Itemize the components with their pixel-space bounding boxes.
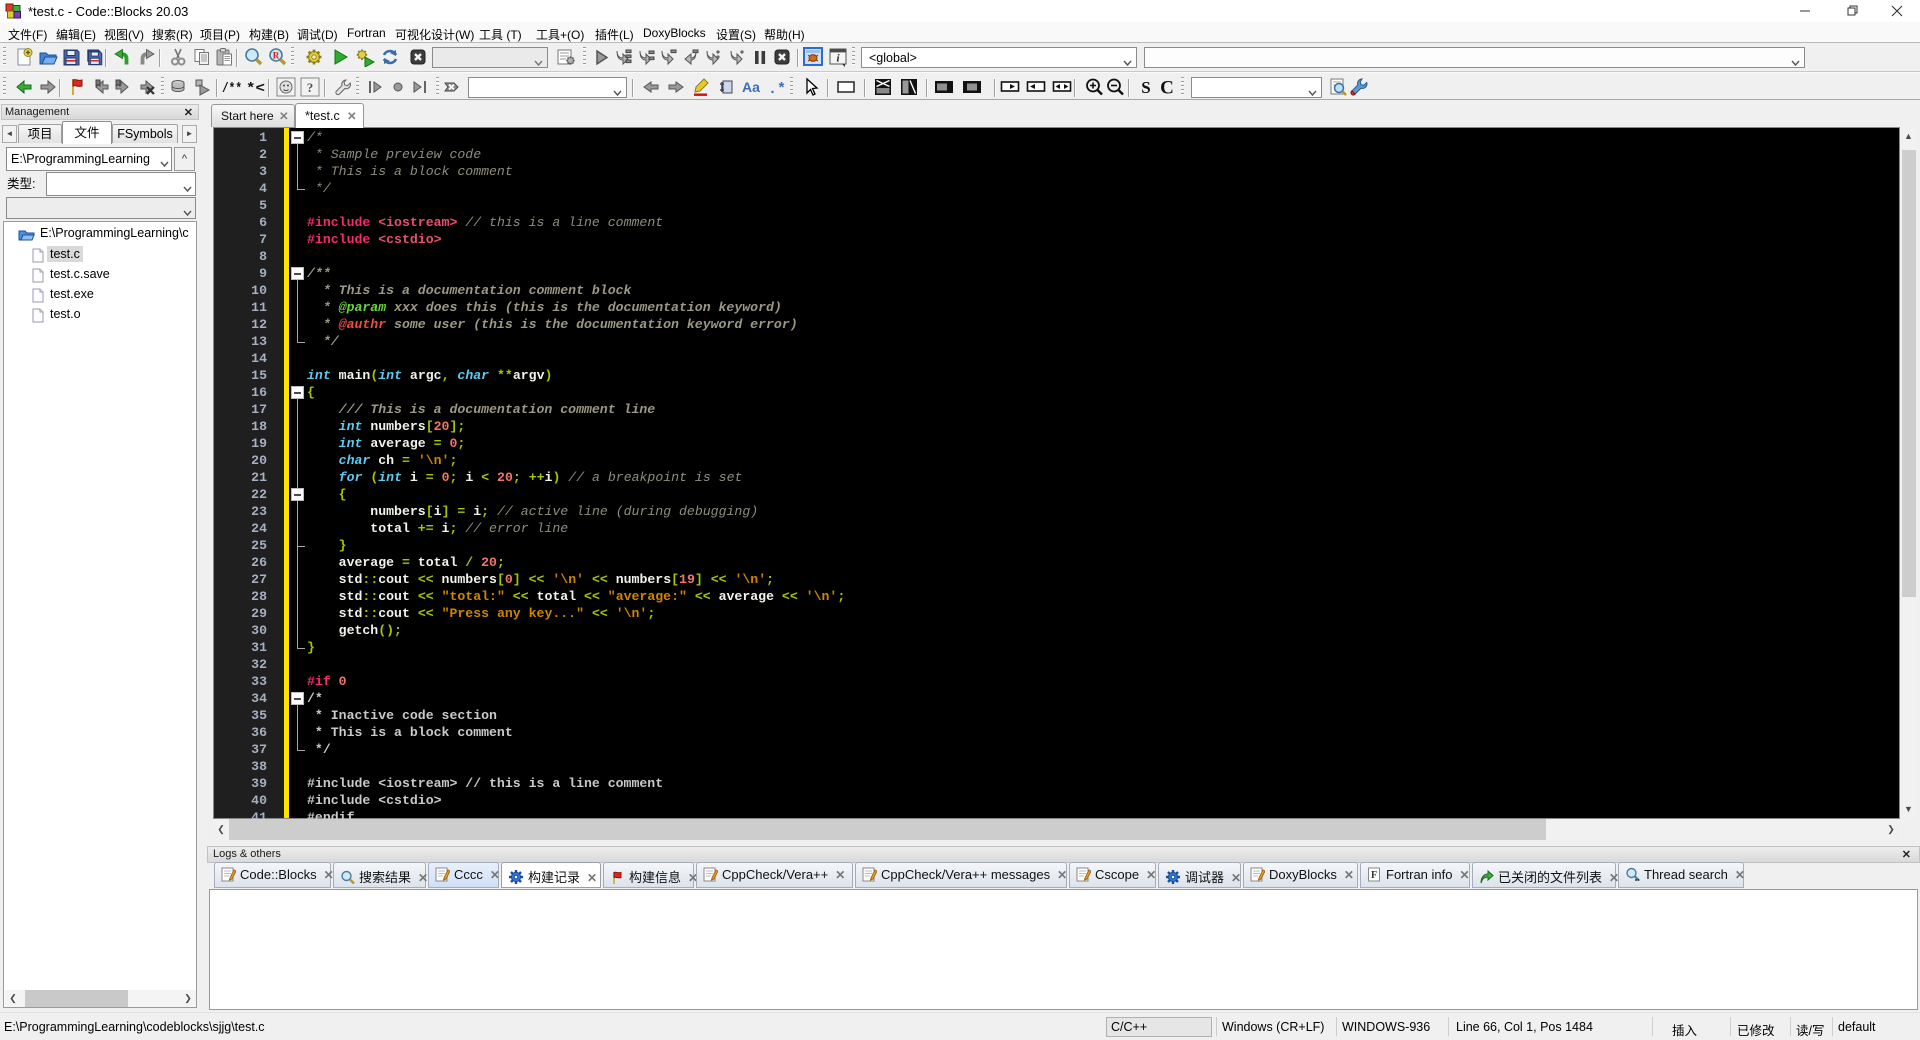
svg-text:Aa: Aa — [742, 79, 760, 95]
svg-text:/**: /** — [222, 81, 242, 97]
svg-text:C: C — [1160, 78, 1174, 98]
svg-text:R: R — [273, 51, 280, 61]
svg-text:S: S — [1141, 78, 1150, 97]
svg-text:F: F — [1371, 870, 1377, 881]
svg-text:.*: .* — [768, 81, 786, 97]
svg-text:?: ? — [307, 80, 314, 95]
svg-text:*<: *< — [246, 81, 265, 97]
